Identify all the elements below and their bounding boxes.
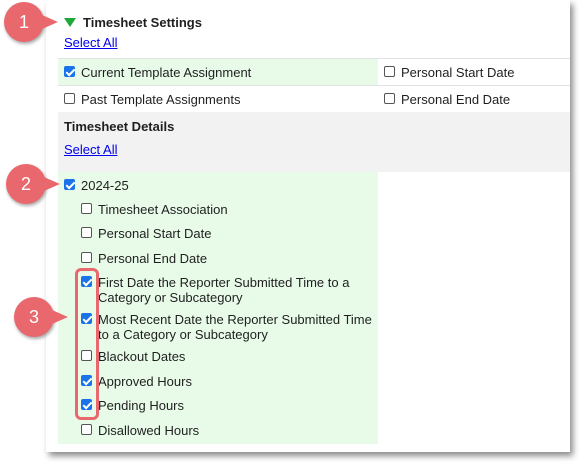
settings-title: Timesheet Settings	[83, 15, 202, 30]
personal-end-date-label: Personal End Date	[401, 92, 511, 107]
approved-hours-label: Approved Hours	[98, 374, 192, 389]
current-template-checkbox[interactable]	[64, 66, 75, 77]
pending-hours-label: Pending Hours	[98, 398, 184, 413]
detail-personal-end-label: Personal End Date	[98, 251, 208, 266]
timesheet-association-label: Timesheet Association	[98, 202, 228, 217]
first-date-label-line1: First Date the Reporter Submitted Time t…	[98, 275, 350, 290]
settings-select-all-link[interactable]: Select All	[64, 35, 117, 50]
disallowed-hours-checkbox[interactable]	[81, 424, 92, 435]
checkbox-highlight-box	[75, 268, 99, 420]
divider	[58, 85, 570, 86]
current-template-label: Current Template Assignment	[81, 65, 252, 80]
collapse-triangle-icon[interactable]	[64, 18, 76, 27]
callout-3: 3	[14, 297, 68, 337]
detail-personal-end-checkbox[interactable]	[81, 252, 92, 263]
personal-start-date-label: Personal Start Date	[401, 65, 515, 80]
callout-2: 2	[6, 164, 60, 204]
timesheet-association-checkbox[interactable]	[81, 203, 92, 214]
most-recent-date-label-line1: Most Recent Date the Reporter Submitted …	[98, 312, 372, 327]
details-select-all-link[interactable]: Select All	[64, 142, 117, 157]
divider	[58, 58, 570, 59]
year-label: 2024-25	[81, 178, 129, 193]
past-templates-label: Past Template Assignments	[81, 92, 241, 107]
details-title: Timesheet Details	[64, 119, 175, 134]
blackout-dates-label: Blackout Dates	[98, 349, 186, 364]
year-checkbox[interactable]	[64, 179, 75, 190]
past-templates-checkbox[interactable]	[64, 93, 75, 104]
callout-1: 1	[4, 2, 58, 42]
personal-start-date-checkbox[interactable]	[384, 66, 395, 77]
detail-personal-start-label: Personal Start Date	[98, 226, 212, 241]
disallowed-hours-label: Disallowed Hours	[98, 423, 200, 438]
detail-personal-start-checkbox[interactable]	[81, 227, 92, 238]
most-recent-date-label-line2: to a Category or Subcategory	[98, 327, 268, 342]
timesheet-panel: Timesheet Settings Select All Current Te…	[46, 0, 570, 452]
first-date-label-line2: Category or Subcategory	[98, 290, 243, 305]
personal-end-date-checkbox[interactable]	[384, 93, 395, 104]
